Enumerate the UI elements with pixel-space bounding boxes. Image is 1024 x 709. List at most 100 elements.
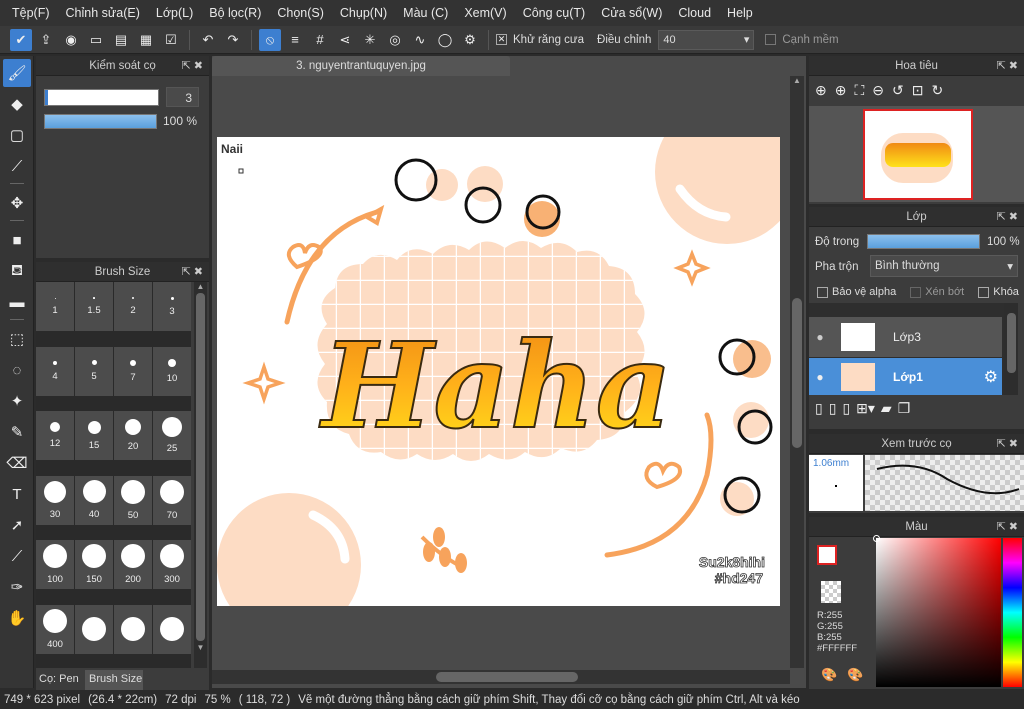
- brush-size-cell[interactable]: 20: [114, 411, 152, 460]
- zoom-out-icon[interactable]: ⊖: [872, 82, 884, 99]
- line-tool-icon[interactable]: ⟋: [3, 152, 31, 180]
- tab-brush-size[interactable]: Brush Size: [85, 670, 143, 690]
- select-eraser-tool-icon[interactable]: ⌫: [3, 449, 31, 477]
- grid-snap-icon[interactable]: #: [309, 29, 331, 51]
- menu-item[interactable]: Lớp(L): [148, 6, 201, 20]
- layer-row-selected[interactable]: ● Lớp1 ⚙: [809, 358, 1002, 395]
- concentric-icon[interactable]: ◎: [384, 29, 406, 51]
- folder-icon[interactable]: ▰: [881, 400, 892, 417]
- hand-tool-icon[interactable]: ✋: [3, 604, 31, 632]
- clip-checkbox[interactable]: [910, 286, 922, 298]
- scroll-thumb[interactable]: [792, 298, 802, 448]
- menu-item[interactable]: Cloud: [670, 6, 719, 20]
- menu-item[interactable]: Help: [719, 6, 761, 20]
- brush-size-cell[interactable]: 1: [36, 282, 74, 331]
- palette-settings-icon[interactable]: 🎨: [847, 667, 863, 683]
- brush-size-cell[interactable]: 30: [36, 475, 74, 525]
- layer-settings-icon[interactable]: ⚙: [984, 367, 998, 387]
- parallel-lines-icon[interactable]: ≡: [284, 29, 306, 51]
- brush-size-cell[interactable]: 25: [153, 411, 191, 460]
- brush-size-cell[interactable]: 150: [75, 540, 113, 589]
- rotate-left-icon[interactable]: ↺: [892, 82, 904, 99]
- document-tab[interactable]: 3. nguyentrantuquyen.jpg: [212, 56, 510, 76]
- eraser-tool-icon[interactable]: ◆: [3, 90, 31, 118]
- checklist-icon[interactable]: ☑: [160, 29, 182, 51]
- menu-item[interactable]: Bộ lọc(R): [201, 6, 269, 20]
- brush-size-cell[interactable]: 4: [36, 346, 74, 396]
- redo-icon[interactable]: ↷: [222, 29, 244, 51]
- brush-size-cell[interactable]: [153, 604, 191, 654]
- brush-size-cell[interactable]: 12: [36, 411, 74, 460]
- perspective-icon[interactable]: ⋖: [334, 29, 356, 51]
- adjust-select[interactable]: 40 ▾: [658, 29, 755, 50]
- zoom-fit-icon[interactable]: ⊕: [815, 82, 827, 99]
- settings-icon[interactable]: ⚙: [459, 29, 481, 51]
- transparent-color[interactable]: [821, 581, 841, 603]
- brush-size-cell[interactable]: 50: [114, 475, 152, 525]
- layer-row[interactable]: ● Lớp3: [809, 317, 1002, 357]
- speech-bubble-icon[interactable]: ◉: [60, 29, 82, 51]
- brush-size-cell[interactable]: 5: [75, 346, 113, 396]
- brush-size-cell[interactable]: 70: [153, 475, 191, 525]
- undo-icon[interactable]: ↶: [197, 29, 219, 51]
- move-tool-icon[interactable]: ✥: [3, 189, 31, 217]
- layer-scrollbar[interactable]: [1004, 303, 1018, 395]
- eyedropper-tool-icon[interactable]: ✑: [3, 573, 31, 601]
- zoom-in-icon[interactable]: ⊕: [835, 82, 847, 99]
- scroll-up-icon[interactable]: ▲: [194, 282, 207, 291]
- protect-alpha-checkbox[interactable]: [817, 286, 828, 298]
- menu-item[interactable]: Cửa sổ(W): [593, 6, 670, 20]
- panel-controls-icon[interactable]: ⇱ ✖: [997, 59, 1019, 72]
- message-icon[interactable]: ▭: [85, 29, 107, 51]
- tab-pen[interactable]: Cọ: Pen: [36, 670, 84, 690]
- rotate-right-icon[interactable]: ↻: [931, 82, 943, 99]
- brush-size-cell[interactable]: 2: [114, 282, 152, 331]
- lock-checkbox[interactable]: [978, 286, 990, 298]
- brush-size-cell[interactable]: 1.5: [75, 282, 113, 331]
- foreground-color[interactable]: [817, 545, 837, 565]
- bucket-tool-icon[interactable]: ⛾: [3, 257, 31, 285]
- document-canvas[interactable]: Haha Naii Su2k8hihi #hd247: [217, 137, 780, 606]
- menu-item[interactable]: Chọn(S): [269, 6, 332, 20]
- visibility-icon[interactable]: ●: [809, 370, 831, 384]
- brush-size-cell[interactable]: [75, 604, 113, 654]
- menu-item[interactable]: Chụp(N): [332, 6, 395, 20]
- actual-size-icon[interactable]: ⊡: [912, 82, 924, 99]
- brush-size-scrollbar[interactable]: ▲ ▼: [194, 282, 207, 668]
- brush-tool-icon[interactable]: 🖌: [3, 59, 31, 87]
- divide-tool-icon[interactable]: ⟋: [3, 542, 31, 570]
- soft-edge-checkbox[interactable]: [765, 34, 777, 45]
- brush-size-cell[interactable]: [114, 604, 152, 654]
- panel-controls-icon[interactable]: ⇱ ✖: [182, 59, 204, 72]
- export-icon[interactable]: ⇪: [35, 29, 57, 51]
- brush-size-cell[interactable]: 7: [114, 346, 152, 396]
- scroll-thumb[interactable]: [196, 293, 205, 641]
- panel-controls-icon[interactable]: ⇱ ✖: [997, 437, 1019, 450]
- page-icon[interactable]: ▤: [110, 29, 132, 51]
- palette-icon[interactable]: 🎨: [821, 667, 837, 683]
- new-layer-icon[interactable]: ▯: [815, 400, 823, 417]
- operation-tool-icon[interactable]: ➚: [3, 511, 31, 539]
- ellipse-icon[interactable]: ◯: [434, 29, 456, 51]
- text-tool-icon[interactable]: T: [3, 480, 31, 508]
- new-layer-1bit-icon[interactable]: ▯: [842, 400, 850, 417]
- select-rect-tool-icon[interactable]: ⬚: [3, 325, 31, 353]
- brush-size-cell[interactable]: 400: [36, 604, 74, 654]
- scroll-up-icon[interactable]: ▲: [790, 76, 804, 85]
- brush-size-cell[interactable]: 10: [153, 346, 191, 396]
- menu-item[interactable]: Xem(V): [456, 6, 514, 20]
- brush-size-cell[interactable]: 300: [153, 540, 191, 589]
- scroll-down-icon[interactable]: ▼: [194, 643, 207, 652]
- panel-controls-icon[interactable]: ⇱ ✖: [182, 265, 204, 278]
- layer-opacity-slider[interactable]: [867, 234, 980, 249]
- panel-controls-icon[interactable]: ⇱ ✖: [997, 520, 1019, 533]
- horizontal-scrollbar[interactable]: [212, 670, 790, 684]
- brush-size-cell[interactable]: 200: [114, 540, 152, 589]
- brush-size-cell[interactable]: 3: [153, 282, 191, 331]
- antialias-checkbox[interactable]: ✕: [496, 34, 507, 45]
- brush-size-value[interactable]: 3: [166, 87, 199, 107]
- add-layer-menu-icon[interactable]: ⊞▾: [856, 400, 875, 417]
- magic-wand-tool-icon[interactable]: ✦: [3, 387, 31, 415]
- fit-screen-icon[interactable]: ⛶: [854, 82, 864, 99]
- menu-item[interactable]: Chỉnh sửa(E): [58, 6, 148, 20]
